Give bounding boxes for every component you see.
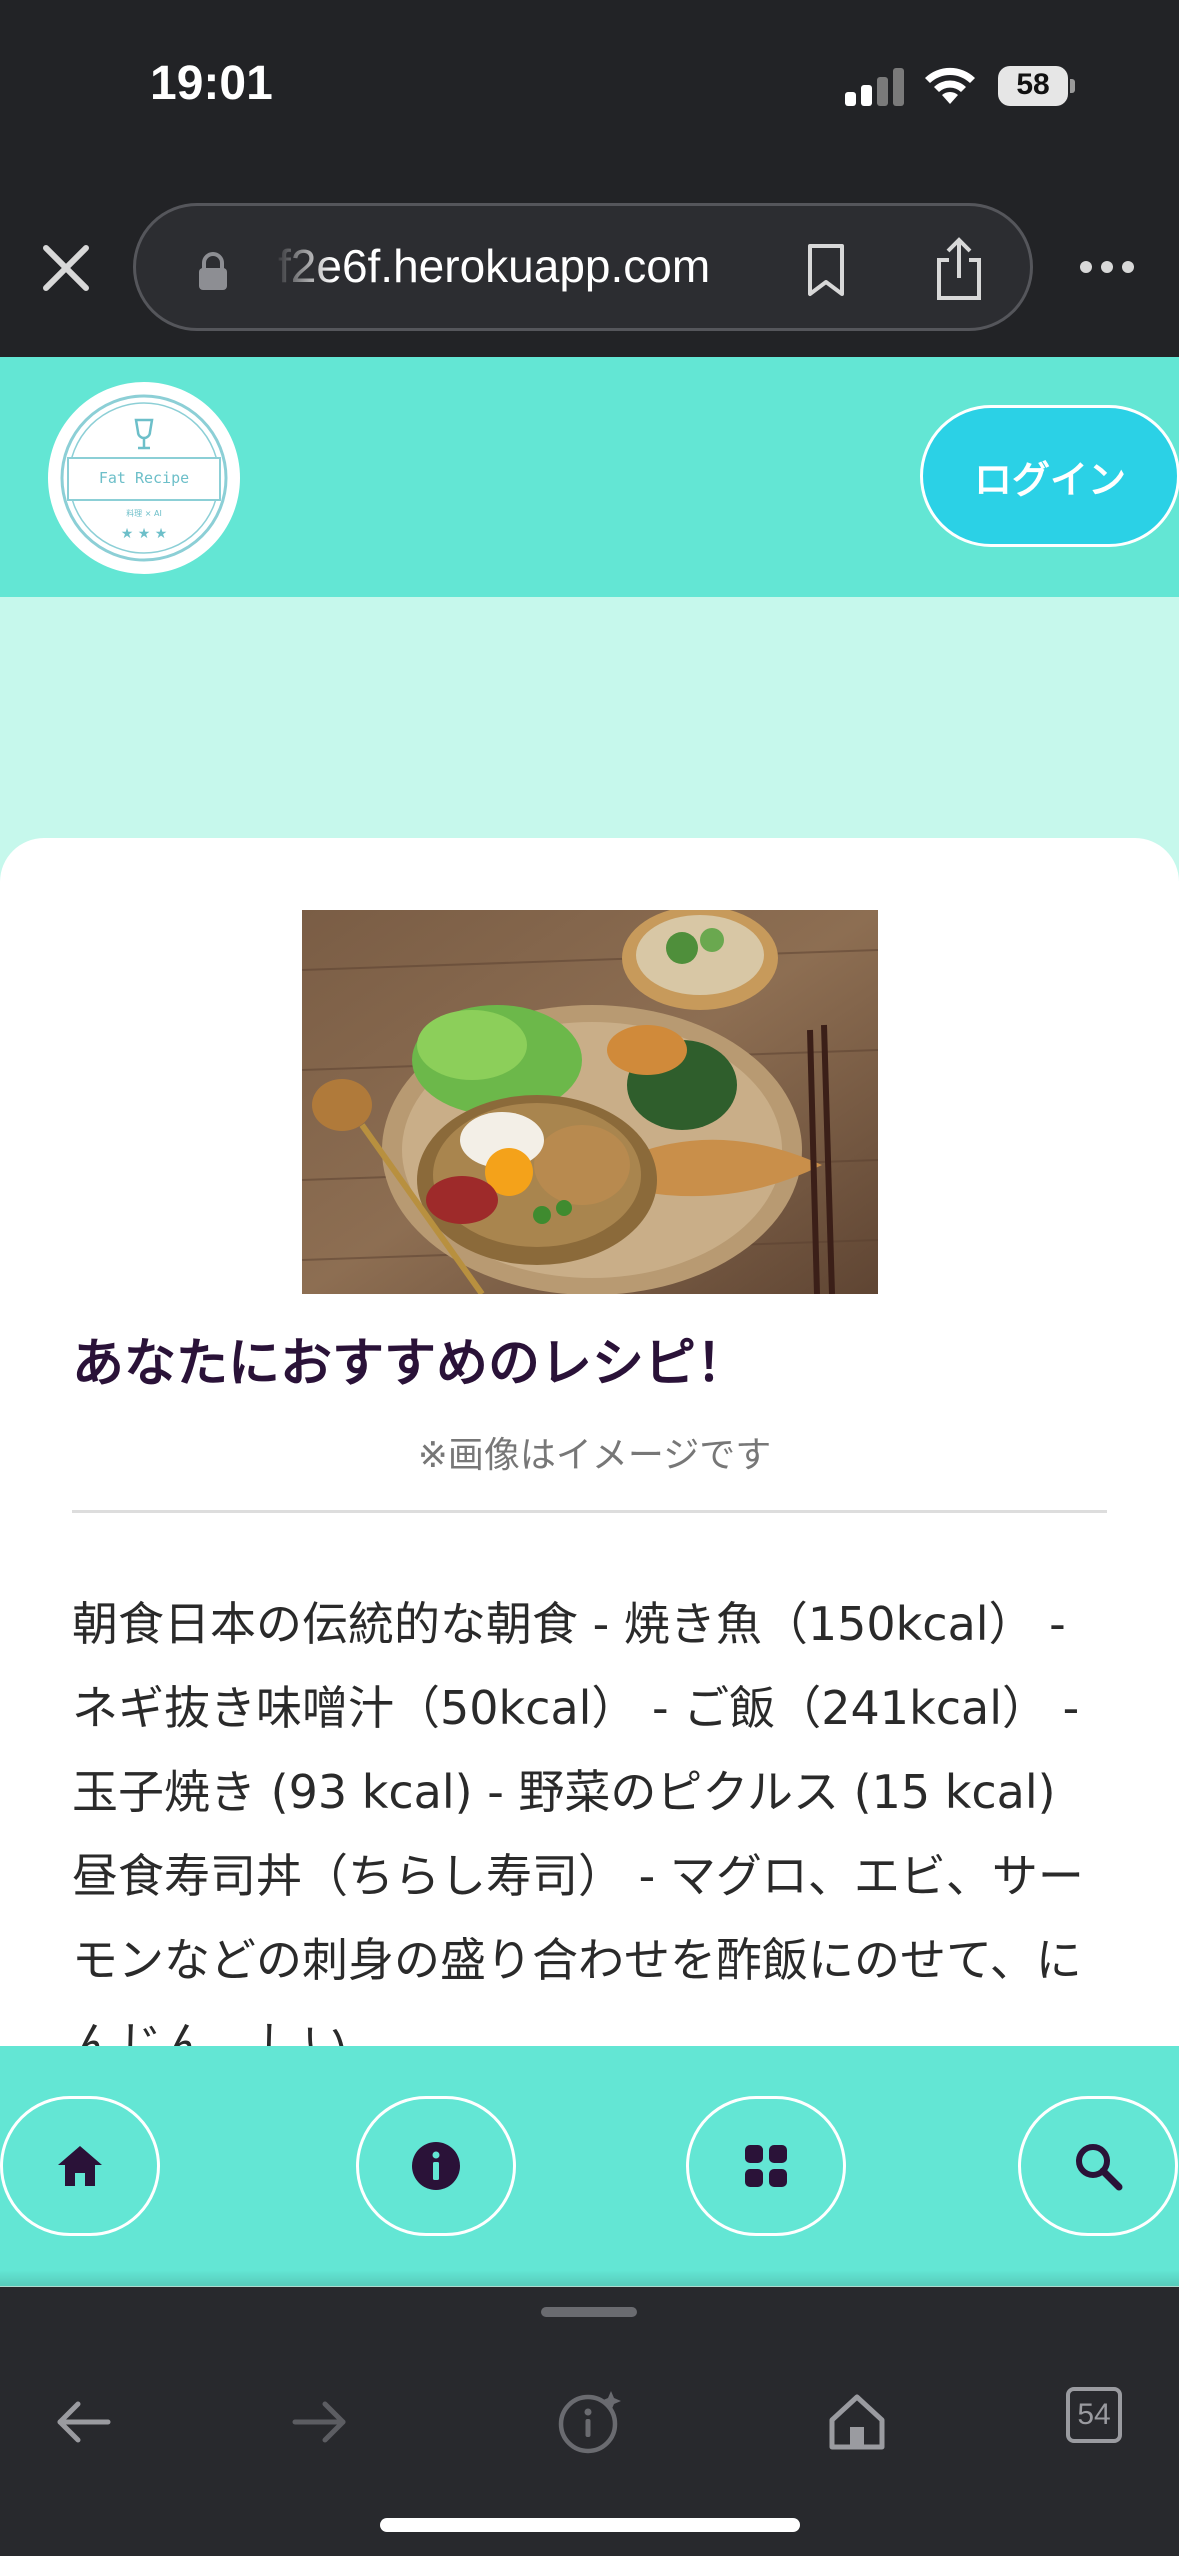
url-text: f2e6f.herokuapp.com xyxy=(278,240,711,292)
grid-icon xyxy=(745,2145,787,2187)
battery-level: 58 xyxy=(1016,68,1050,101)
tabs-count-button[interactable]: 54 xyxy=(1066,2387,1122,2443)
recipe-image xyxy=(302,910,878,1294)
page-info-icon[interactable] xyxy=(555,2387,625,2457)
wifi-icon xyxy=(925,67,975,104)
more-options-icon[interactable] xyxy=(1078,258,1136,276)
nav-grid-button[interactable] xyxy=(686,2096,846,2236)
divider xyxy=(72,1510,1107,1513)
toolbar-grabber[interactable] xyxy=(541,2307,637,2317)
recipe-title: あなたにおすすめのレシピ！ xyxy=(72,1334,749,1394)
home-indicator xyxy=(380,2518,800,2532)
browser-bottom-toolbar: 54 xyxy=(0,2287,1179,2556)
recipe-body-text: 朝食日本の伝統的な朝食 - 焼き魚（150kcal） - ネギ抜き味噌汁（50k… xyxy=(72,1597,1084,2071)
info-icon xyxy=(412,2142,460,2190)
logo-subtext: 料理 × AI xyxy=(126,508,162,518)
nav-search-button[interactable] xyxy=(1018,2096,1178,2236)
browser-top-chrome: 19:01 58 f2e6f.herokuapp.com xyxy=(0,0,1179,357)
address-bar[interactable]: f2e6f.herokuapp.com xyxy=(133,203,1033,331)
url-fade xyxy=(274,226,334,306)
home-icon xyxy=(58,2146,102,2186)
recipe-card: あなたにおすすめのレシピ！ ※画像はイメージです 朝食日本の伝統的な朝食 - 焼… xyxy=(0,838,1179,2238)
forward-arrow-icon[interactable] xyxy=(285,2387,355,2457)
cellular-signal-icon xyxy=(845,68,905,106)
app-bottom-nav xyxy=(0,2046,1179,2286)
close-icon[interactable] xyxy=(38,240,94,296)
logo-emblem: Fat Recipe 料理 × AI ★ ★ ★ xyxy=(60,394,228,562)
search-icon xyxy=(1076,2144,1123,2191)
share-icon[interactable] xyxy=(931,236,987,302)
back-arrow-icon[interactable] xyxy=(48,2387,118,2457)
battery-indicator: 58 xyxy=(998,66,1075,106)
svg-text:★ ★ ★: ★ ★ ★ xyxy=(121,526,168,542)
login-button[interactable]: ログイン xyxy=(920,405,1179,547)
home-shortcut-icon[interactable] xyxy=(822,2387,892,2457)
fat-recipe-logo[interactable]: Fat Recipe 料理 × AI ★ ★ ★ xyxy=(48,382,240,574)
image-note: ※画像はイメージです xyxy=(417,1435,772,1476)
app-header: Fat Recipe 料理 × AI ★ ★ ★ ログイン xyxy=(0,357,1179,597)
lock-icon xyxy=(199,252,227,290)
logo-text: Fat Recipe xyxy=(99,469,189,487)
status-time: 19:01 xyxy=(150,57,273,110)
bookmark-icon[interactable] xyxy=(804,242,848,298)
nav-home-button[interactable] xyxy=(0,2096,160,2236)
nav-info-button[interactable] xyxy=(356,2096,516,2236)
